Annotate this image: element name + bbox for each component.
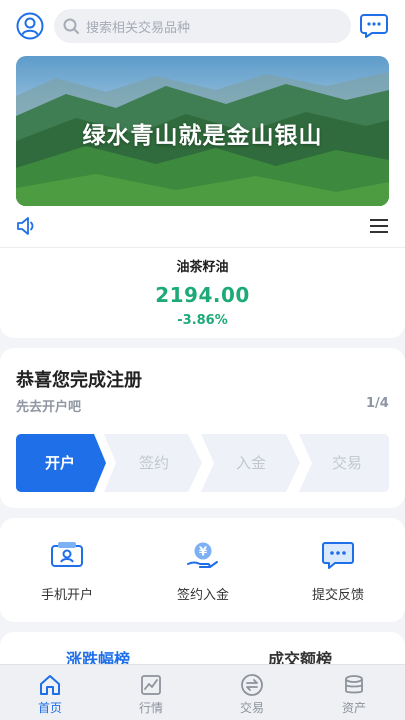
ticker-price: 2194.00 [155,283,250,307]
promo-banner[interactable]: 绿水青山就是金山银山 [16,56,389,206]
registration-page-indicator: 1/4 [366,396,389,411]
exchange-icon [241,674,263,696]
quick-action-label: 手机开户 [40,588,93,603]
quick-action-label: 签约入金 [176,588,229,603]
registration-subtitle: 先去开户吧 [16,400,82,415]
price-ticker[interactable]: 油茶籽油 2194.00 -3.86% [0,256,405,328]
nav-home[interactable]: 首页 [10,673,90,716]
message-chat-icon[interactable] [360,13,388,39]
id-card-icon [51,542,83,567]
banner-slogan: 绿水青山就是金山银山 [82,123,323,149]
nav-trade[interactable]: 交易 [212,673,292,716]
quick-action-label: 提交反馈 [311,588,364,603]
chart-icon [141,675,161,695]
nav-assets[interactable]: 资产 [314,673,394,716]
speaker-icon[interactable] [16,216,38,236]
ticker-name: 油茶籽油 [176,260,229,275]
yen-hand-icon: ¥ [187,542,218,568]
nav-label: 交易 [239,701,264,715]
user-avatar-icon[interactable] [16,12,44,40]
nav-market[interactable]: 行情 [111,673,191,716]
svg-text:¥: ¥ [199,545,208,559]
quick-action-open-account[interactable]: 手机开户 [17,540,117,603]
step-sign[interactable]: 签约 [110,434,198,492]
nav-label: 首页 [37,701,62,715]
bottom-nav: 首页 行情 交易 资产 [0,664,405,720]
chat-feedback-icon [322,542,354,569]
home-icon [40,675,60,695]
step-trade[interactable]: 交易 [305,434,389,492]
coins-icon [345,675,363,694]
search-input[interactable]: 搜索相关交易品种 [54,9,351,43]
step-deposit[interactable]: 入金 [207,434,295,492]
nav-label: 资产 [341,701,366,715]
registration-title: 恭喜您完成注册 [16,370,142,391]
divider [0,247,405,248]
step-open-account[interactable]: 开户 [16,434,104,492]
quick-action-sign-deposit[interactable]: ¥ 签约入金 [153,540,253,603]
registration-steps: 开户 签约 入金 交易 [16,434,389,492]
quick-action-feedback[interactable]: 提交反馈 [288,540,388,603]
search-icon [63,18,79,34]
menu-icon[interactable] [369,218,389,234]
nav-label: 行情 [138,701,163,715]
ticker-change: -3.86% [177,313,228,328]
search-placeholder: 搜索相关交易品种 [86,20,191,36]
